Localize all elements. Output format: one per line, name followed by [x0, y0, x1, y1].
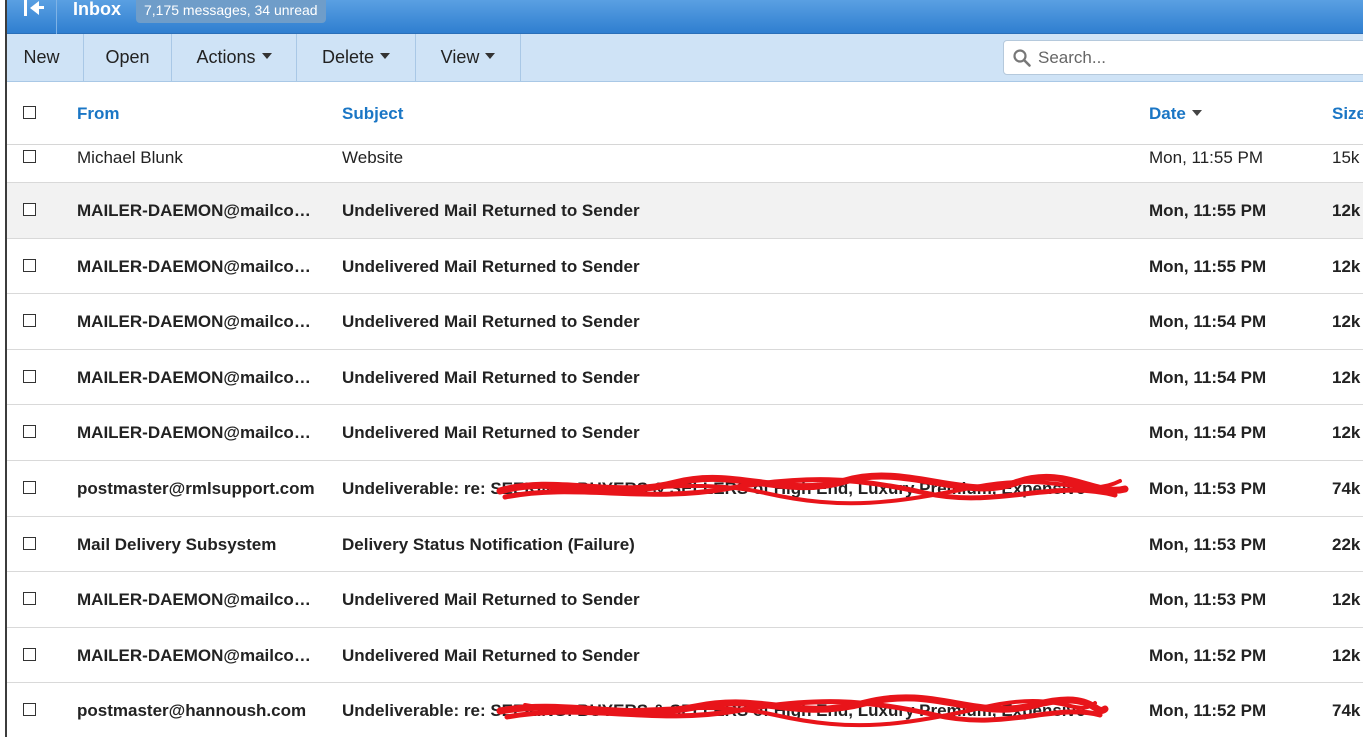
- message-size: 12k: [1332, 367, 1361, 387]
- open-button[interactable]: Open: [84, 34, 172, 81]
- message-subject: Undeliverable: re: SEEKING: BUYERS & SEL…: [342, 701, 1086, 721]
- message-from: MAILER-DAEMON@mailcow.cab.tmgcrowdmail.c…: [77, 645, 322, 665]
- row-checkbox[interactable]: [23, 258, 36, 272]
- message-subject: Undeliverable: re: SEEKING: BUYERS & SEL…: [342, 478, 1086, 498]
- new-button[interactable]: New: [0, 34, 84, 81]
- message-date: Mon, 11:53 PM: [1149, 478, 1267, 498]
- actions-menu-button[interactable]: Actions: [172, 34, 297, 81]
- message-row[interactable]: MAILER-DAEMON@mailcow.cab.tmgcrowdmail.c…: [0, 627, 1363, 684]
- sort-descending-icon: [1191, 109, 1202, 116]
- chevron-down-icon: [485, 53, 496, 60]
- open-button-label: Open: [105, 47, 150, 67]
- message-date: Mon, 11:55 PM: [1149, 148, 1264, 167]
- toolbar: New Open Actions Delete View: [0, 34, 1363, 82]
- message-date: Mon, 11:54 PM: [1149, 312, 1267, 332]
- message-from: Michael Blunk: [77, 148, 183, 167]
- message-date: Mon, 11:54 PM: [1149, 367, 1267, 387]
- column-header-from[interactable]: From: [77, 104, 120, 124]
- message-subject: Undelivered Mail Returned to Sender: [342, 423, 640, 443]
- delete-button-label: Delete: [321, 47, 375, 67]
- message-subject: Undelivered Mail Returned to Sender: [342, 201, 640, 220]
- row-checkbox[interactable]: [23, 314, 36, 328]
- view-button-label: View: [440, 47, 480, 67]
- message-size: 22k: [1332, 534, 1361, 554]
- message-size: 12k: [1332, 312, 1361, 332]
- message-date: Mon, 11:53 PM: [1149, 590, 1267, 610]
- message-date: Mon, 11:53 PM: [1149, 534, 1267, 554]
- column-header-date[interactable]: Date: [1149, 104, 1202, 124]
- message-row[interactable]: Mail Delivery Subsystem Delivery Status …: [0, 516, 1363, 573]
- title-bar: Inbox 7,175 messages, 34 unread: [0, 0, 1363, 34]
- view-menu-button[interactable]: View: [416, 34, 521, 81]
- message-row[interactable]: Michael Blunk Website Mon, 11:55 PM 15k: [0, 145, 1363, 183]
- search-input[interactable]: [1038, 45, 1358, 71]
- message-subject: Undelivered Mail Returned to Sender: [342, 645, 640, 665]
- search-box[interactable]: [1003, 40, 1363, 75]
- message-count-badge: 7,175 messages, 34 unread: [136, 0, 326, 23]
- message-row[interactable]: postmaster@hannoush.com Undeliverable: r…: [0, 683, 1363, 737]
- row-checkbox[interactable]: [23, 703, 36, 717]
- column-header-size[interactable]: Size: [1332, 104, 1363, 124]
- chevron-down-icon: [261, 53, 272, 60]
- message-size: 15k: [1332, 148, 1360, 167]
- message-subject: Delivery Status Notification (Failure): [342, 534, 635, 554]
- message-row[interactable]: MAILER-DAEMON@mailcow.cab.tmgcrowdmail.c…: [0, 572, 1363, 628]
- message-from: Mail Delivery Subsystem: [77, 534, 277, 554]
- message-date: Mon, 11:55 PM: [1149, 201, 1267, 220]
- message-row[interactable]: MAILER-DAEMON@mailcow.cab.tmgcrowdmail.c…: [0, 294, 1363, 350]
- message-subject: Undelivered Mail Returned to Sender: [342, 256, 640, 276]
- title-divider: [56, 0, 57, 34]
- message-date: Mon, 11:54 PM: [1149, 423, 1267, 443]
- delete-menu-button[interactable]: Delete: [297, 34, 416, 81]
- column-header-subject[interactable]: Subject: [342, 104, 403, 124]
- row-checkbox[interactable]: [23, 203, 36, 216]
- message-from: MAILER-DAEMON@mailcow.cab.tmgcrowdmail.c…: [77, 590, 322, 610]
- actions-button-label: Actions: [196, 47, 256, 67]
- message-from: MAILER-DAEMON@mailcow.cab.tmgcrowdmail.c…: [77, 201, 322, 220]
- message-from: MAILER-DAEMON@mailcow.cab.tmgcrowdmail.c…: [77, 312, 322, 332]
- window-left-border: [0, 0, 7, 737]
- row-checkbox[interactable]: [23, 536, 36, 550]
- message-size: 12k: [1332, 256, 1361, 276]
- message-size: 12k: [1332, 423, 1361, 443]
- message-list: Michael Blunk Website Mon, 11:55 PM 15k …: [0, 145, 1363, 737]
- folder-title: Inbox: [73, 0, 121, 19]
- row-checkbox[interactable]: [23, 425, 36, 439]
- row-checkbox[interactable]: [23, 647, 36, 661]
- message-row[interactable]: MAILER-DAEMON@mailcow.cab.tmgcrowdmail.c…: [0, 183, 1363, 239]
- row-checkbox[interactable]: [23, 480, 36, 494]
- chevron-down-icon: [380, 53, 391, 60]
- select-all-checkbox[interactable]: [23, 106, 36, 119]
- message-subject: Undelivered Mail Returned to Sender: [342, 367, 640, 387]
- message-subject: Undelivered Mail Returned to Sender: [342, 312, 640, 332]
- message-from: postmaster@rmlsupport.com: [77, 478, 315, 498]
- row-checkbox[interactable]: [23, 592, 36, 606]
- message-from: MAILER-DAEMON@mailcow.cab.tmgcrowdmail.c…: [77, 367, 322, 387]
- message-row[interactable]: postmaster@rmlsupport.com Undeliverable:…: [0, 460, 1363, 517]
- message-from: postmaster@hannoush.com: [77, 701, 307, 721]
- message-subject: Website: [342, 148, 404, 167]
- message-size: 12k: [1332, 645, 1361, 665]
- message-row[interactable]: MAILER-DAEMON@mailcow.cab.tmgcrowdmail.c…: [0, 405, 1363, 461]
- message-size: 74k: [1332, 701, 1361, 721]
- message-row[interactable]: MAILER-DAEMON@mailcow.cab.tmgcrowdmail.c…: [0, 349, 1363, 406]
- message-subject: Undelivered Mail Returned to Sender: [342, 590, 640, 610]
- message-from: MAILER-DAEMON@mailcow.cab.tmgcrowdmail.c…: [77, 256, 322, 276]
- column-header-date-label: Date: [1149, 104, 1186, 123]
- message-row[interactable]: MAILER-DAEMON@mailcow.cab.tmgcrowdmail.c…: [0, 238, 1363, 295]
- message-size: 74k: [1332, 478, 1361, 498]
- row-checkbox[interactable]: [23, 150, 36, 163]
- message-list-header: From Subject Date Size: [0, 82, 1363, 145]
- row-checkbox[interactable]: [23, 369, 36, 383]
- message-size: 12k: [1332, 590, 1361, 610]
- message-date: Mon, 11:52 PM: [1149, 645, 1267, 665]
- message-size: 12k: [1332, 201, 1361, 220]
- message-date: Mon, 11:52 PM: [1149, 701, 1267, 721]
- new-button-label: New: [23, 47, 60, 67]
- collapse-sidebar-icon[interactable]: [14, 0, 54, 22]
- message-from: MAILER-DAEMON@mailcow.cab.tmgcrowdmail.c…: [77, 423, 322, 443]
- search-icon: [1013, 49, 1031, 67]
- message-date: Mon, 11:55 PM: [1149, 256, 1267, 276]
